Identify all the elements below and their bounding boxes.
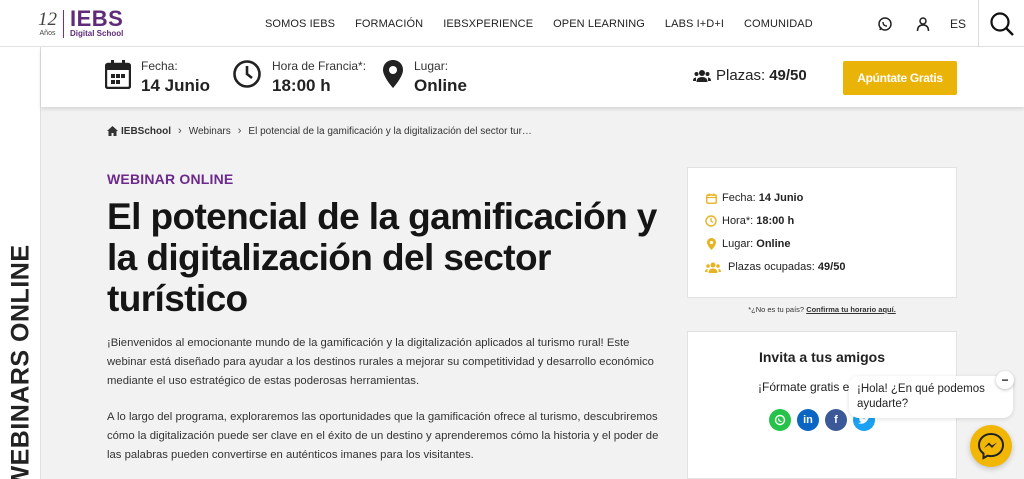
card-hora-label: Hora*: [722,215,754,227]
breadcrumb-webinars[interactable]: Webinars [189,126,231,137]
timezone-note: *¿No es tu país? Confirma tu horario aqu… [687,305,957,314]
menu-item-open-learning[interactable]: OPEN LEARNING [553,18,645,30]
menu-item-formacion[interactable]: FORMACIÓN [355,18,423,30]
card-fecha-value: 14 Junio [758,192,804,204]
chat-close-button[interactable]: − [996,371,1014,389]
page-title: El potencial de la gamificación y la dig… [107,196,657,319]
plazas-value: 49/50 [769,67,807,84]
lugar-value: Online [414,76,467,95]
chevron-right-icon: › [237,125,242,137]
messenger-icon [977,432,1005,460]
webinar-kicker: WEBINAR ONLINE [107,171,234,187]
invite-subtitle: ¡Fórmate gratis er [758,380,854,394]
infobar-hora: Hora de Francia*: 18:00 h [232,59,366,96]
plazas-label: Plazas: [716,67,766,84]
card-fecha: Fecha: 14 Junio [704,192,803,204]
breadcrumb-current: El potencial de la gamificación y la dig… [248,125,532,137]
event-details-card: Fecha: 14 Junio Hora*: 18:00 h Lugar: On… [687,167,957,298]
breadcrumb: IEBSchool › Webinars › El potencial de l… [107,125,532,137]
fecha-value: 14 Junio [141,76,210,95]
vertical-sidebar: WEBINARS ONLINE [0,47,41,479]
user-icon[interactable] [904,16,942,32]
card-hora-value: 18:00 h [756,215,795,227]
card-lugar-value: Online [756,238,791,250]
card-plazas: Plazas ocupadas: 49/50 [704,261,845,273]
iebs-logo[interactable]: 12 Años IEBS Digital School [38,8,123,40]
messenger-chat-button[interactable] [970,425,1012,467]
breadcrumb-home[interactable]: IEBSchool [107,126,171,137]
clock-icon [704,215,718,227]
anniversary-badge: 12 Años [38,8,57,38]
fecha-label: Fecha: [141,59,178,73]
card-plazas-value: 49/50 [817,261,846,273]
menu-item-labs[interactable]: LABS I+D+I [665,18,724,30]
facebook-share-icon[interactable]: f [825,409,847,431]
main-menu: SOMOS IEBS FORMACIÓN IEBSXPERIENCE OPEN … [265,0,833,47]
hora-label: Hora de Francia*: [272,59,367,73]
language-selector[interactable]: ES [950,17,966,31]
home-icon [107,126,118,136]
whatsapp-share-icon[interactable] [769,409,791,431]
users-icon [704,262,722,273]
chevron-right-icon: › [178,125,182,137]
infobar-lugar: Lugar: Online [382,59,467,96]
card-hora: Hora*: 18:00 h [704,215,794,227]
whatsapp-icon[interactable] [866,16,904,32]
location-pin-icon [382,59,404,94]
intro-paragraph: ¡Bienvenidos al emocionante mundo de la … [107,337,654,387]
timezone-link[interactable]: Confirma tu horario aquí. [806,305,896,314]
anniversary-number: 12 [38,8,57,30]
card-lugar: Lugar: Online [704,238,791,250]
program-paragraph: A lo largo del programa, exploraremos la… [107,411,659,461]
menu-item-iebsxperience[interactable]: IEBSXPERIENCE [443,18,533,30]
linkedin-share-icon[interactable]: in [797,409,819,431]
calendar-icon [704,193,718,204]
logo-brand: IEBS Digital School [70,6,124,39]
calendar-icon [104,59,132,94]
invite-title: Invita a tus amigos [758,349,886,365]
apuntate-gratis-button[interactable]: Apúntate Gratis [843,61,957,95]
anniversary-label: Años [39,29,56,37]
sidebar-vertical-title: WEBINARS ONLINE [6,244,35,479]
top-navigation: 12 Años IEBS Digital School SOMOS IEBS F… [0,0,1024,47]
menu-item-somos-iebs[interactable]: SOMOS IEBS [265,18,335,30]
hora-value: 18:00 h [272,76,331,95]
timezone-question: *¿No es tu país? [748,305,805,314]
logo-brand-name: IEBS [70,6,124,31]
breadcrumb-home-label: IEBSchool [121,125,172,137]
chat-greeting-bubble[interactable]: ¡Hola! ¿En qué podemos ayudarte? [849,376,1013,418]
lugar-label: Lugar: [414,59,449,73]
clock-icon [232,59,262,94]
menu-item-comunidad[interactable]: COMUNIDAD [744,18,813,30]
card-plazas-label: Plazas ocupadas: [728,261,815,273]
logo-divider [63,10,64,38]
logo-subtitle: Digital School [70,29,124,38]
card-lugar-label: Lugar: [722,238,754,250]
location-pin-icon [704,238,718,250]
users-icon [693,69,711,83]
search-button[interactable] [978,0,1024,47]
nav-actions: ES [866,0,1024,47]
search-icon [989,11,1014,36]
infobar-fecha: Fecha: 14 Junio [104,59,210,96]
event-info-bar: Fecha: 14 Junio Hora de Francia*: 18:00 … [41,47,1024,107]
card-fecha-label: Fecha: [722,192,756,204]
plazas-indicator: Plazas: 49/50 [693,67,807,84]
